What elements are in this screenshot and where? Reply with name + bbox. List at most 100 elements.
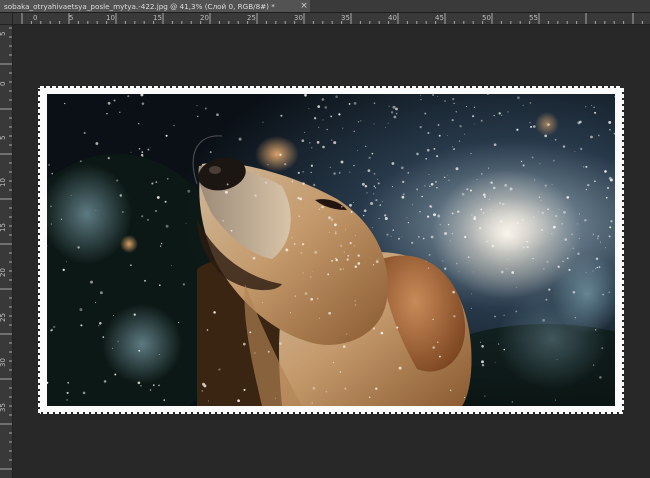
- snow-flake: [207, 400, 210, 402]
- snow-flake: [558, 209, 560, 211]
- snow-flake: [489, 208, 491, 211]
- snow-flake: [562, 145, 566, 148]
- snow-flake: [498, 112, 501, 115]
- hruler-label: 5: [69, 14, 73, 22]
- snow-flake: [328, 231, 330, 233]
- frame-edge-notch: [353, 412, 355, 414]
- snow-flake: [483, 196, 486, 198]
- snow-flake: [481, 364, 485, 367]
- frame-edge-notch: [464, 86, 466, 88]
- snow-flake: [401, 195, 405, 199]
- frame-edge-notch: [401, 412, 403, 414]
- snow-flake: [501, 114, 503, 116]
- snow-flake: [164, 200, 167, 203]
- snow-flake: [572, 247, 574, 250]
- snow-flake: [312, 386, 316, 390]
- snow-flake: [471, 293, 472, 295]
- document-canvas[interactable]: [38, 86, 624, 414]
- snow-flake: [542, 318, 546, 322]
- snow-flake: [173, 124, 175, 127]
- snow-flake: [579, 147, 583, 151]
- frame-edge-notch: [622, 98, 624, 100]
- vertical-ruler[interactable]: 5 0 5 10 15 20 25 30 35: [0, 13, 13, 478]
- horizontal-ruler[interactable]: 0 5 10 15 20 25 30 35 40 45 50 55: [12, 13, 650, 25]
- frame-edge-notch: [137, 412, 139, 414]
- snow-flake: [319, 317, 321, 319]
- frame-edge-notch: [41, 412, 43, 414]
- document-tab[interactable]: sobaka_otryahivaetsya_posle_mytya.-422.j…: [0, 0, 310, 12]
- snow-flake: [392, 229, 394, 231]
- snow-flake: [504, 184, 508, 187]
- frame-edge-notch: [449, 412, 451, 414]
- snow-flake: [209, 151, 212, 154]
- snow-flake: [230, 229, 233, 232]
- snow-flake: [206, 329, 209, 331]
- snow-flake: [596, 237, 599, 240]
- frame-edge-notch: [622, 194, 624, 196]
- frame-edge-notch: [38, 287, 40, 289]
- frame-edge-notch: [506, 86, 508, 88]
- frame-edge-notch: [266, 86, 268, 88]
- snow-flake: [544, 134, 548, 138]
- snow-flake: [609, 128, 611, 131]
- frame-edge-notch: [149, 412, 151, 414]
- frame-edge-notch: [254, 86, 256, 88]
- snow-flake: [556, 358, 558, 360]
- snow-flake: [390, 235, 392, 237]
- snow-flake: [151, 182, 154, 185]
- frame-edge-notch: [38, 341, 40, 343]
- frame-edge-notch: [622, 254, 624, 256]
- snow-flake: [83, 131, 86, 135]
- snow-flake: [420, 99, 422, 101]
- frame-edge-notch: [38, 149, 40, 151]
- snow-flake: [421, 195, 423, 198]
- frame-edge-notch: [428, 86, 430, 88]
- snow-flake: [331, 259, 333, 262]
- snow-flake: [322, 145, 325, 149]
- snow-flake: [326, 128, 328, 131]
- snow-flake: [407, 221, 410, 224]
- snow-flake: [473, 123, 475, 125]
- snow-flake: [349, 203, 352, 207]
- snow-flake: [532, 257, 534, 260]
- frame-edge-notch: [38, 86, 40, 88]
- frame-edge-notch: [329, 412, 331, 414]
- vruler-label: 5: [0, 32, 7, 36]
- snow-flake: [302, 272, 304, 274]
- snow-flake: [427, 131, 430, 135]
- snow-flake: [592, 364, 595, 366]
- snow-flake: [357, 121, 360, 123]
- frame-edge-notch: [38, 347, 40, 349]
- snow-flake: [264, 181, 268, 184]
- snow-flake: [557, 265, 559, 268]
- frame-edge-notch: [200, 86, 202, 88]
- ruler-origin-corner[interactable]: [0, 13, 13, 25]
- snow-flake: [470, 152, 472, 155]
- frame-edge-notch: [518, 86, 520, 88]
- snow-flake: [384, 126, 386, 128]
- frame-edge-notch: [488, 86, 490, 88]
- photo-image: [47, 94, 615, 406]
- frame-edge-notch: [563, 412, 565, 414]
- frame-edge-notch: [476, 86, 478, 88]
- snow-flake: [375, 387, 378, 390]
- hruler-label: 10: [106, 14, 115, 22]
- snow-flake: [437, 124, 440, 126]
- snow-flake: [350, 211, 353, 213]
- snow-flake: [537, 210, 539, 213]
- snow-flake: [314, 250, 318, 254]
- snow-flake: [439, 223, 442, 226]
- snow-flake: [373, 123, 375, 125]
- horizontal-ruler-scale: 0 5 10 15 20 25 30 35 40 45 50 55: [21, 13, 643, 24]
- close-tab-icon[interactable]: ×: [298, 0, 310, 12]
- frame-edge-notch: [299, 412, 301, 414]
- snow-flake: [354, 265, 358, 268]
- frame-edge-notch: [113, 412, 115, 414]
- hruler-label: 25: [247, 14, 256, 22]
- snow-flake: [363, 209, 367, 213]
- snow-flake: [464, 235, 467, 239]
- snow-flake: [122, 211, 124, 213]
- snow-flake: [345, 333, 348, 335]
- snow-flake: [419, 125, 422, 129]
- frame-edge-notch: [38, 197, 40, 199]
